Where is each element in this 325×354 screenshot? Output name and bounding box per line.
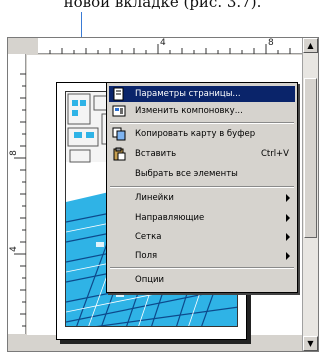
vruler-mark-4: 4 — [8, 246, 19, 252]
menu-item-shortcut: Ctrl+V — [260, 149, 289, 159]
scroll-down-button[interactable]: ▼ — [303, 336, 318, 351]
page-setup-icon — [112, 87, 126, 101]
vertical-scrollbar[interactable]: ▲ ▼ — [302, 38, 318, 351]
triangle-down-icon: ▼ — [307, 339, 314, 348]
menu-item-label: Поля — [135, 251, 158, 261]
submenu-arrow-icon — [286, 214, 290, 222]
document-caption: новой вкладке (рис. 3.7). — [63, 0, 262, 11]
ruler-corner — [8, 38, 38, 54]
menu-item-select-all[interactable]: Выбрать все элементы — [109, 166, 295, 182]
menu-item-label: Выбрать все элементы — [135, 169, 238, 179]
menu-item-grid[interactable]: Сетка — [109, 229, 295, 245]
horizontal-ruler-ticks — [49, 44, 291, 54]
ruler-mark-8: 8 — [268, 38, 274, 48]
paste-icon — [112, 147, 126, 161]
menu-item-label: Параметры страницы... — [135, 89, 241, 99]
menu-separator — [110, 186, 294, 188]
vertical-ruler-ticks — [14, 73, 26, 327]
triangle-up-icon: ▲ — [307, 41, 314, 50]
menu-item-guides[interactable]: Направляющие — [109, 210, 295, 226]
menu-item-label: Вставить — [135, 149, 177, 159]
vertical-ruler[interactable]: 8 4 — [8, 54, 26, 334]
menu-item-change-layout[interactable]: Изменить компоновку... — [109, 103, 295, 119]
copy-map-icon — [112, 127, 126, 141]
menu-item-label: Сетка — [135, 232, 162, 242]
menu-item-label: Копировать карту в буфер — [135, 129, 256, 139]
context-menu: Параметры страницы... Изменить компоновк… — [106, 82, 298, 293]
menu-item-label: Направляющие — [135, 213, 205, 223]
scroll-up-button[interactable]: ▲ — [303, 38, 318, 53]
menu-item-label: Изменить компоновку... — [135, 106, 243, 116]
submenu-arrow-icon — [286, 252, 290, 260]
submenu-arrow-icon — [286, 194, 290, 202]
vruler-mark-8: 8 — [8, 150, 19, 156]
menu-item-options[interactable]: Опции — [109, 272, 295, 288]
menu-item-margins[interactable]: Поля — [109, 248, 295, 264]
ruler-mark-4: 4 — [160, 38, 166, 48]
menu-item-paste[interactable]: Вставить Ctrl+V — [109, 146, 295, 162]
menu-separator — [110, 267, 294, 269]
menu-separator — [110, 122, 294, 124]
menu-item-rulers[interactable]: Линейки — [109, 190, 295, 206]
scroll-thumb[interactable] — [304, 78, 317, 238]
submenu-arrow-icon — [286, 233, 290, 241]
menu-item-page-setup[interactable]: Параметры страницы... — [109, 86, 295, 102]
layout-icon — [112, 104, 126, 118]
menu-item-label: Опции — [135, 275, 165, 285]
menu-item-copy-map[interactable]: Копировать карту в буфер — [109, 126, 295, 142]
menu-item-label: Линейки — [135, 193, 174, 203]
horizontal-ruler[interactable]: 4 8 — [38, 38, 303, 54]
